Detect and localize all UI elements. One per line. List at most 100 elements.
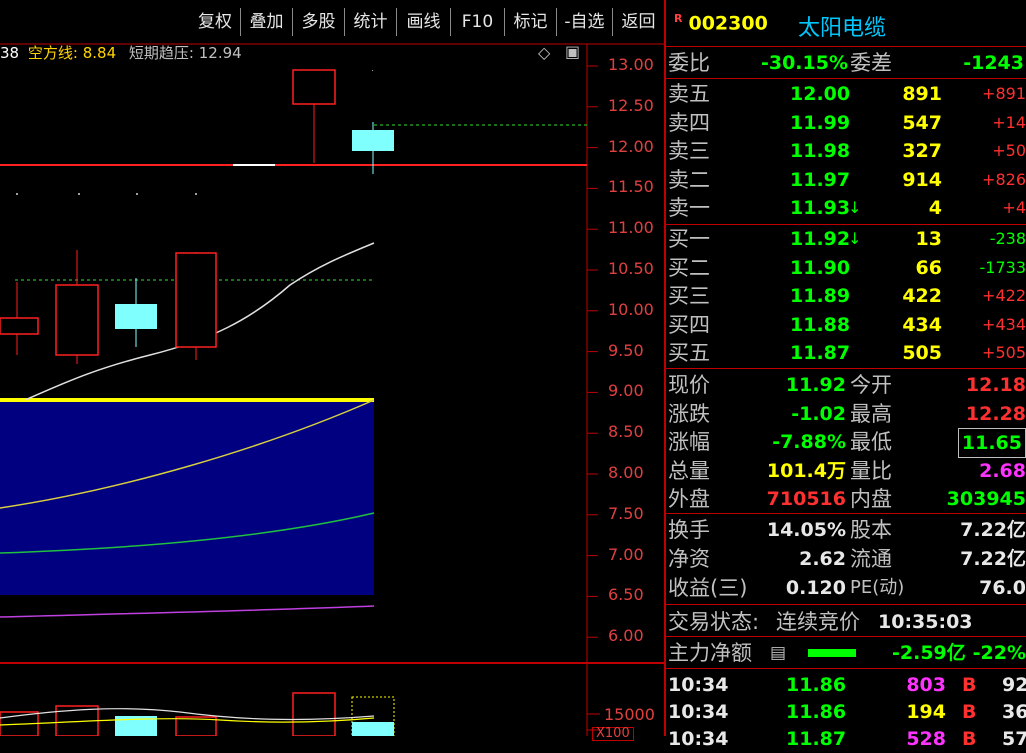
bid-change: -1733 [980, 254, 1026, 282]
bid-price: 11.89 [790, 282, 850, 310]
fund-label: 流通 [850, 545, 892, 573]
bid-label: 买三 [668, 282, 710, 310]
tick-count: 57 [1002, 725, 1026, 753]
ask-label: 卖三 [668, 137, 710, 165]
ask-row: 卖三11.98327+50 [666, 137, 1026, 165]
bid-row: 买一11.9213-238↓ [666, 225, 1026, 253]
main-net-row: 主力净额 ▤ -2.59亿 -22% [666, 639, 1026, 667]
stat-value: 101.4万 [767, 457, 846, 485]
fund-label: 收益(三) [668, 574, 747, 602]
stat-value: -1.02 [791, 400, 846, 428]
band-low-curve [0, 606, 374, 617]
stat-value: 710516 [767, 485, 846, 513]
tick-volume: 803 [906, 671, 946, 699]
ask-volume: 547 [902, 109, 942, 137]
tick-volume: 528 [906, 725, 946, 753]
list-icon[interactable]: ▤ [770, 639, 786, 667]
fund-label: 换手 [668, 516, 710, 544]
fund-value: 14.05% [767, 516, 846, 544]
trade-status-row: 交易状态: 连续竞价 10:35:03 [666, 608, 1026, 636]
ask-change: +4 [1002, 194, 1026, 222]
bid-label: 买五 [668, 339, 710, 367]
bid-change: +422 [982, 282, 1026, 310]
tick-volume: 194 [906, 698, 946, 726]
stat-value: 11.65 [958, 428, 1026, 458]
main-net-pct: -22% [973, 639, 1026, 667]
stat-label: 最高 [850, 400, 892, 428]
price-axis-label: 6.50 [608, 585, 644, 604]
price-axis-label: 11.00 [608, 218, 654, 237]
stat-row: 涨跌 -1.02最高 12.28 [666, 400, 1026, 428]
fund-value: 2.62 [799, 545, 846, 573]
legend-prefix: 38 [0, 44, 19, 62]
band-zone [0, 400, 374, 595]
tick-time: 10:34 [668, 725, 728, 753]
stat-value: 12.18 [966, 371, 1026, 399]
weibi-row: 委比 -30.15% 委差 -1243 [666, 49, 1026, 77]
stock-code: R002300 [674, 12, 768, 34]
weicha-value: -1243 [963, 49, 1024, 77]
fund-row: 收益(三)0.120PE(动)76.0 [666, 574, 1026, 602]
ask-label: 卖四 [668, 109, 710, 137]
fund-label: 股本 [850, 516, 892, 544]
ask-change: +826 [982, 166, 1026, 194]
trade-time: 10:35:03 [878, 608, 973, 636]
quote-panel: R002300 太阳电缆 委比 -30.15% 委差 -1243 卖五12.00… [664, 0, 1026, 736]
bid-change: +505 [982, 339, 1026, 367]
ask-change: +14 [992, 109, 1026, 137]
down-arrow-icon: ↓ [848, 194, 861, 222]
stat-value: -7.88% [772, 428, 846, 456]
legend-value-kongfang: 8.84 [83, 44, 116, 62]
ask-label: 卖五 [668, 80, 710, 108]
stat-label: 涨跌 [668, 400, 710, 428]
volume-axis-label: 15000 [604, 705, 655, 724]
ask-label: 卖一 [668, 194, 710, 222]
bid-change: -238 [990, 225, 1026, 253]
tick-price: 11.86 [786, 671, 846, 699]
stat-label: 今开 [850, 371, 892, 399]
bid-volume: 434 [902, 311, 942, 339]
ask-row: 卖四11.99547+14 [666, 109, 1026, 137]
ask-change: +50 [992, 137, 1026, 165]
stat-row: 涨幅 -7.88%最低 11.65 [666, 428, 1026, 456]
ask-price: 11.97 [790, 166, 850, 194]
stat-label: 涨幅 [668, 428, 710, 456]
bid-volume: 13 [916, 225, 942, 253]
stat-value: 12.28 [966, 400, 1026, 428]
bid-label: 买一 [668, 225, 710, 253]
bid-price: 11.90 [790, 254, 850, 282]
price-axis-label: 10.00 [608, 300, 654, 319]
fund-value: 0.120 [786, 574, 846, 602]
tick-count: 36 [1002, 698, 1026, 726]
trade-status: 连续竞价 [776, 608, 860, 636]
tick-price: 11.87 [786, 725, 846, 753]
price-axis-label: 12.00 [608, 137, 654, 156]
bid-row: 买二11.9066-1733 [666, 254, 1026, 282]
bid-volume: 66 [916, 254, 942, 282]
weibi-value: -30.15% [761, 49, 848, 77]
stat-label: 最低 [850, 428, 892, 456]
stat-label: 外盘 [668, 485, 710, 513]
down-arrow-icon: ↓ [848, 225, 861, 253]
price-axis-label: 6.00 [608, 626, 644, 645]
ask-volume: 4 [929, 194, 942, 222]
window-icon[interactable]: ▣ [565, 42, 580, 61]
price-axis-label: 10.50 [608, 259, 654, 278]
tick-time: 10:34 [668, 671, 728, 699]
kline-chart[interactable] [0, 0, 664, 736]
ask-change: +891 [982, 80, 1026, 108]
tick-time: 10:34 [668, 698, 728, 726]
ask-volume: 914 [902, 166, 942, 194]
fund-value: 76.0 [979, 574, 1026, 602]
tick-side: B [962, 671, 976, 699]
price-axis-label: 13.00 [608, 55, 654, 74]
diamond-icon[interactable]: ◇ [538, 43, 550, 62]
ask-row: 卖二11.97914+826 [666, 166, 1026, 194]
main-net-bar [808, 649, 856, 657]
legend-label-trend: 短期趋压: [129, 44, 194, 62]
price-axis-label: 8.50 [608, 422, 644, 441]
fund-row: 换手14.05%股本7.22亿 [666, 516, 1026, 544]
main-net-value: -2.59亿 [892, 639, 966, 667]
bid-price: 11.87 [790, 339, 850, 367]
tick-row: 10:3411.87528B57 [666, 725, 1026, 753]
